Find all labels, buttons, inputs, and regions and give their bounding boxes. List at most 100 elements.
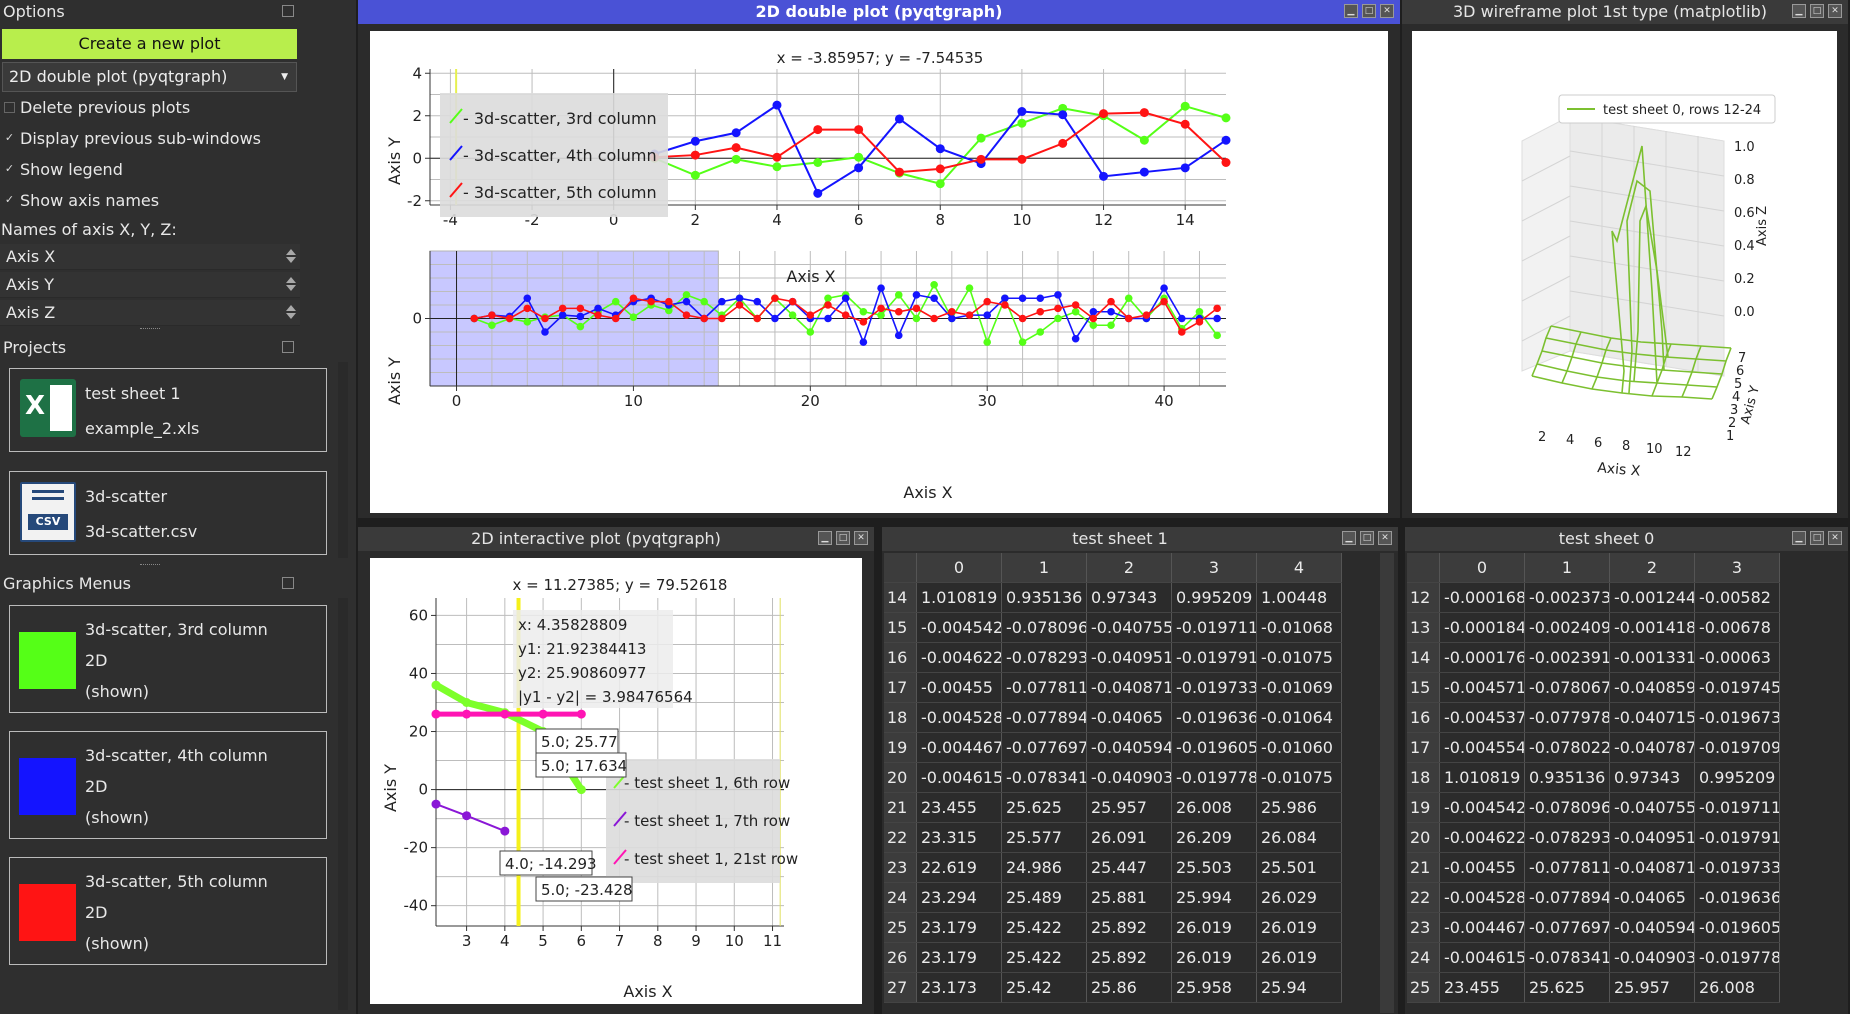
- table-cell[interactable]: 26.091: [1086, 822, 1172, 853]
- table-cell[interactable]: -0.019733: [1171, 672, 1257, 703]
- table-cell[interactable]: -0.019636: [1694, 882, 1780, 913]
- table-cell[interactable]: -0.019791: [1171, 642, 1257, 673]
- table-row[interactable]: 21 -0.00455 -0.077811 -0.040871 -0.019733: [1407, 852, 1780, 883]
- table-cell[interactable]: 25.892: [1086, 912, 1172, 943]
- table-cell[interactable]: -0.01075: [1256, 762, 1342, 793]
- spinner-icon[interactable]: [286, 275, 296, 295]
- table-row[interactable]: 18 -0.004528 -0.077894 -0.04065 -0.019636 -0.…: [884, 702, 1342, 733]
- column-header[interactable]: 2: [1609, 553, 1695, 583]
- table-row[interactable]: 17 -0.004554 -0.078022 -0.040787 -0.019709: [1407, 732, 1780, 763]
- table-row[interactable]: 25 23.179 25.422 25.892 26.019 26.019: [884, 912, 1342, 943]
- table-cell[interactable]: -0.040755: [1086, 612, 1172, 643]
- table-cell[interactable]: -0.004467: [916, 732, 1002, 763]
- table-cell[interactable]: -0.01075: [1256, 642, 1342, 673]
- table-cell[interactable]: 26.019: [1171, 942, 1257, 973]
- minimize-icon[interactable]: ▁: [1792, 531, 1806, 545]
- table-row[interactable]: 16 -0.004537 -0.077978 -0.040715 -0.019673: [1407, 702, 1780, 733]
- table-row[interactable]: 12 -0.000168 -0.002373 -0.001244 -0.00582: [1407, 582, 1780, 613]
- table-cell[interactable]: 25.957: [1086, 792, 1172, 823]
- table-cell[interactable]: -0.040951: [1609, 822, 1695, 853]
- table-cell[interactable]: -0.00582: [1694, 582, 1780, 613]
- row-header[interactable]: 23: [1407, 912, 1440, 943]
- table-cell[interactable]: -0.00678: [1694, 612, 1780, 643]
- minimize-icon[interactable]: ▁: [1792, 4, 1806, 18]
- maximize-icon[interactable]: □: [1362, 4, 1376, 18]
- window-title-bar[interactable]: 2D double plot (pyqtgraph) ▁ □ ✕: [358, 0, 1400, 24]
- table-cell[interactable]: -0.001418: [1609, 612, 1695, 643]
- table-cell[interactable]: -0.077697: [1001, 732, 1087, 763]
- table-cell[interactable]: -0.019778: [1694, 942, 1780, 973]
- table-cell[interactable]: 22.619: [916, 852, 1002, 883]
- table-cell[interactable]: -0.078022: [1524, 732, 1610, 763]
- table-cell[interactable]: -0.040787: [1609, 732, 1695, 763]
- float-dock-icon[interactable]: [282, 341, 294, 353]
- table-cell[interactable]: -0.019605: [1171, 732, 1257, 763]
- column-header[interactable]: 4: [1256, 553, 1342, 583]
- window-title-bar[interactable]: 3D wireframe plot 1st type (matplotlib) …: [1402, 0, 1848, 24]
- table-row[interactable]: 15 -0.004571 -0.078067 -0.040859 -0.019745: [1407, 672, 1780, 703]
- row-header[interactable]: 14: [1407, 642, 1440, 673]
- table-cell[interactable]: -0.01068: [1256, 612, 1342, 643]
- wireframe-canvas[interactable]: 1.0 0.8 0.6 0.4 0.2 0.0 Axis Z 2 4 6 8 1…: [1412, 31, 1837, 513]
- table-cell[interactable]: 25.881: [1086, 882, 1172, 913]
- table-cell[interactable]: 23.179: [916, 912, 1002, 943]
- splitter-handle[interactable]: [140, 564, 160, 568]
- data-table[interactable]: 0 1 2 3 12 -0.000168 -0.002373 -0.001244 -0.0058…: [1407, 553, 1780, 1003]
- plot-type-select[interactable]: 2D double plot (pyqtgraph) ▼: [2, 62, 297, 92]
- table-cell[interactable]: 23.179: [916, 942, 1002, 973]
- table-cell[interactable]: -0.040715: [1609, 702, 1695, 733]
- row-header[interactable]: 24: [884, 882, 917, 913]
- table-cell[interactable]: -0.004528: [1439, 882, 1525, 913]
- row-header[interactable]: 12: [1407, 582, 1440, 613]
- column-header[interactable]: 3: [1171, 553, 1257, 583]
- minimize-icon[interactable]: ▁: [1342, 531, 1356, 545]
- table-row[interactable]: 24 23.294 25.489 25.881 25.994 26.029: [884, 882, 1342, 913]
- spinner-icon[interactable]: [286, 303, 296, 323]
- table-cell[interactable]: -0.078293: [1001, 642, 1087, 673]
- show-axis-names-checkbox[interactable]: ✓ Show axis names: [0, 186, 159, 216]
- table-cell[interactable]: -0.002409: [1524, 612, 1610, 643]
- table-cell[interactable]: -0.01060: [1256, 732, 1342, 763]
- table-cell[interactable]: 25.994: [1171, 882, 1257, 913]
- table-cell[interactable]: 25.892: [1086, 942, 1172, 973]
- table-cell[interactable]: 26.008: [1694, 972, 1780, 1003]
- table-cell[interactable]: -0.040903: [1609, 942, 1695, 973]
- column-header[interactable]: 3: [1694, 553, 1780, 583]
- table-cell[interactable]: -0.000176: [1439, 642, 1525, 673]
- table-row[interactable]: 24 -0.004615 -0.078341 -0.040903 -0.019778: [1407, 942, 1780, 973]
- wireframe-svg[interactable]: 1.0 0.8 0.6 0.4 0.2 0.0 Axis Z 2 4 6 8 1…: [1412, 31, 1837, 513]
- table-cell[interactable]: -0.078341: [1524, 942, 1610, 973]
- table-cell[interactable]: -0.002373: [1524, 582, 1610, 613]
- table-row[interactable]: 23 -0.004467 -0.077697 -0.040594 -0.019605: [1407, 912, 1780, 943]
- table-cell[interactable]: -0.077894: [1001, 702, 1087, 733]
- table-cell[interactable]: 26.008: [1171, 792, 1257, 823]
- table-cell[interactable]: 25.625: [1524, 972, 1610, 1003]
- row-header[interactable]: 21: [1407, 852, 1440, 883]
- table-row[interactable]: 14 -0.000176 -0.002391 -0.001331 -0.00063: [1407, 642, 1780, 673]
- table-cell[interactable]: -0.004528: [916, 702, 1002, 733]
- table-cell[interactable]: 25.86: [1086, 972, 1172, 1003]
- table-cell[interactable]: 26.019: [1256, 942, 1342, 973]
- table-cell[interactable]: -0.000184: [1439, 612, 1525, 643]
- table-row[interactable]: 21 23.455 25.625 25.957 26.008 25.986: [884, 792, 1342, 823]
- column-header[interactable]: 2: [1086, 553, 1172, 583]
- table-cell[interactable]: 1.00448: [1256, 582, 1342, 613]
- table-cell[interactable]: -0.004542: [916, 612, 1002, 643]
- table-row[interactable]: 13 -0.000184 -0.002409 -0.001418 -0.00678: [1407, 612, 1780, 643]
- table-cell[interactable]: -0.01069: [1256, 672, 1342, 703]
- table-cell[interactable]: -0.040594: [1086, 732, 1172, 763]
- table-cell[interactable]: 26.019: [1171, 912, 1257, 943]
- table-row[interactable]: 18 1.010819 0.935136 0.97343 0.995209: [1407, 762, 1780, 793]
- display-previous-checkbox[interactable]: ✓ Display previous sub-windows: [0, 124, 261, 154]
- table-cell[interactable]: 25.422: [1001, 912, 1087, 943]
- table-cell[interactable]: -0.019636: [1171, 702, 1257, 733]
- table-cell[interactable]: 0.97343: [1609, 762, 1695, 793]
- table-cell[interactable]: -0.078341: [1001, 762, 1087, 793]
- table-cell[interactable]: 25.577: [1001, 822, 1087, 853]
- table-cell[interactable]: -0.019733: [1694, 852, 1780, 883]
- row-header[interactable]: 16: [884, 642, 917, 673]
- table-cell[interactable]: -0.019711: [1171, 612, 1257, 643]
- row-header[interactable]: 19: [884, 732, 917, 763]
- table-row[interactable]: 19 -0.004467 -0.077697 -0.040594 -0.019605 -0…: [884, 732, 1342, 763]
- table-cell[interactable]: 1.010819: [1439, 762, 1525, 793]
